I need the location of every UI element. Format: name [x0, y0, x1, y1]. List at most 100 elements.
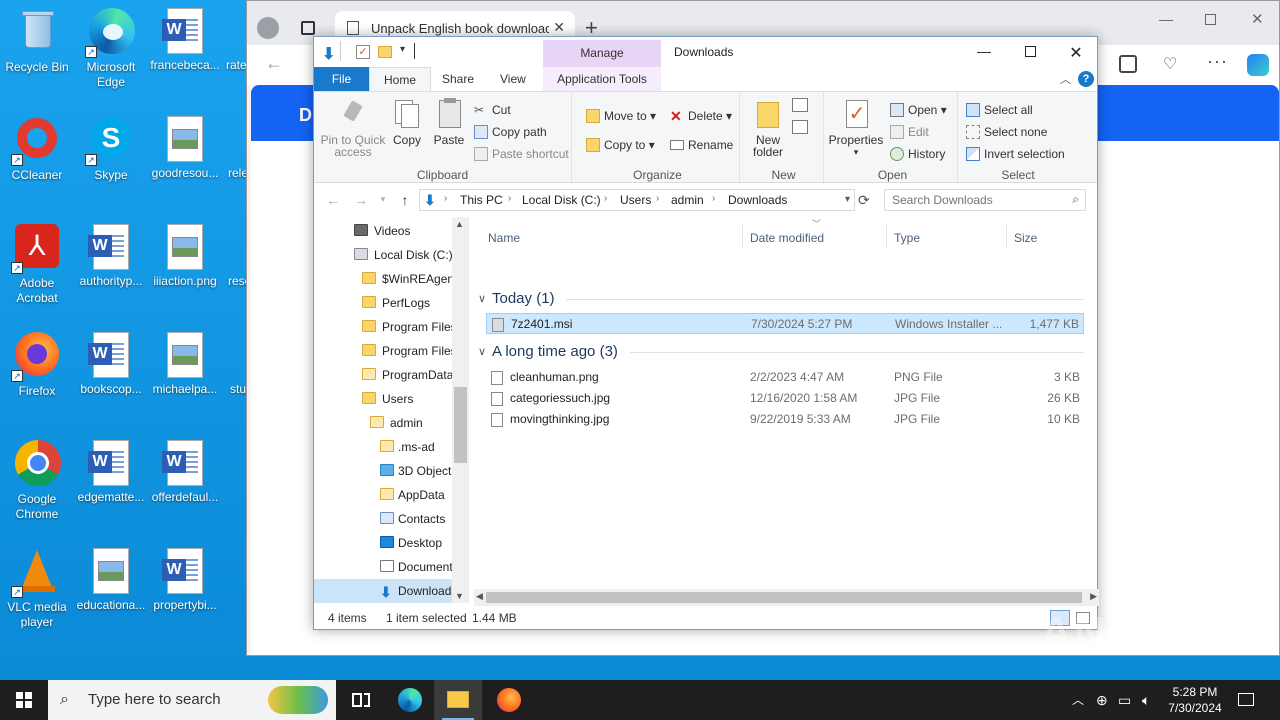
desktop-icon-label-partial[interactable]: rate: [226, 58, 247, 72]
nav-item-admin[interactable]: admin: [370, 411, 454, 435]
select-all-button[interactable]: Select all: [964, 100, 1033, 120]
move-to-button[interactable]: Move to ▾: [584, 106, 656, 126]
more-icon[interactable]: ···: [1207, 51, 1228, 72]
desktop-icon-bookscop[interactable]: W bookscop...: [74, 332, 148, 397]
select-none-button[interactable]: Select none: [964, 122, 1047, 142]
nav-item-perflogs[interactable]: PerfLogs: [362, 291, 454, 315]
desktop-icon-michaelpa[interactable]: michaelpa...: [148, 332, 222, 397]
task-view-button[interactable]: [338, 680, 386, 720]
collections-icon[interactable]: [1119, 55, 1137, 73]
help-icon[interactable]: ?: [1078, 71, 1094, 87]
maximize-icon[interactable]: [1205, 14, 1216, 25]
nav-scrollbar[interactable]: ▲ ▼: [452, 217, 469, 603]
properties-check-icon[interactable]: ✓: [356, 45, 370, 59]
forward-icon[interactable]: →: [352, 192, 370, 210]
desktop-icon-edgematte[interactable]: W edgematte...: [74, 440, 148, 505]
breadcrumb-this-pc[interactable]: This PC: [460, 193, 503, 207]
tab-application-tools[interactable]: Application Tools: [543, 67, 661, 91]
rename-button[interactable]: Rename: [668, 135, 733, 155]
notifications-icon[interactable]: [1238, 680, 1254, 720]
horizontal-scrollbar[interactable]: ◀ ▶: [474, 589, 1099, 606]
desktop-icon-francebeca[interactable]: W francebeca...: [148, 8, 222, 73]
taskbar-clock[interactable]: 5:28 PM 7/30/2024: [1160, 684, 1230, 716]
network-icon[interactable]: ▭: [1118, 680, 1131, 720]
new-item-icon[interactable]: [792, 98, 808, 112]
volume-icon[interactable]: 🔈︎: [1142, 680, 1150, 720]
file-row[interactable]: categoriessuch.jpg 12/16/2020 1:58 AM JP…: [486, 388, 1084, 409]
scroll-up-icon[interactable]: ▲: [455, 219, 464, 229]
history-button[interactable]: History: [888, 144, 945, 164]
quick-access-down-icon[interactable]: ⬇: [322, 44, 335, 64]
desktop-icon-label-partial[interactable]: stu: [230, 382, 246, 396]
address-bar[interactable]: ⬇ › This PC › Local Disk (C:) › Users › …: [419, 189, 855, 211]
nav-item-winreagent[interactable]: $WinREAgent: [362, 267, 457, 291]
breadcrumb-admin[interactable]: admin: [671, 193, 704, 207]
desktop-icon-educationa[interactable]: educationa...: [74, 548, 148, 613]
scroll-down-icon[interactable]: ▼: [455, 591, 464, 601]
easy-access-icon[interactable]: [792, 120, 808, 134]
profile-avatar-icon[interactable]: [257, 17, 279, 39]
network-status-icon[interactable]: ⊕: [1096, 680, 1108, 720]
desktop-icon-recycle-bin[interactable]: Recycle Bin: [0, 8, 74, 75]
nav-item-appdata[interactable]: AppData: [380, 483, 454, 507]
file-row[interactable]: cleanhuman.png 2/2/2023 4:47 AM PNG File…: [486, 367, 1084, 388]
customize-toolbar-icon[interactable]: ▾: [400, 44, 405, 55]
paste-button[interactable]: Paste: [430, 98, 468, 146]
nav-item-documents[interactable]: Documents: [380, 555, 459, 579]
desktop-icon-goodresou[interactable]: goodresou...: [148, 116, 222, 181]
chevron-down-icon[interactable]: ▾: [845, 194, 850, 205]
desktop-icon-propertybi[interactable]: W propertybi...: [148, 548, 222, 613]
manage-context-tab[interactable]: Manage: [543, 40, 661, 67]
collapse-ribbon-icon[interactable]: ︿: [1060, 71, 1071, 87]
desktop-icon-authorityp[interactable]: W authorityp...: [74, 224, 148, 289]
desktop-icon-vlc[interactable]: ↗ VLC media player: [0, 548, 74, 630]
minimize-icon[interactable]: —: [1159, 11, 1173, 27]
desktop-icon-google-chrome[interactable]: Google Chrome: [0, 440, 74, 522]
group-header-today[interactable]: ∨ Today (1): [474, 289, 1084, 309]
nav-item-desktop[interactable]: Desktop: [380, 531, 454, 555]
invert-selection-button[interactable]: Invert selection: [964, 144, 1065, 164]
nav-item-local-disk[interactable]: Local Disk (C:): [354, 243, 454, 267]
taskbar-firefox-icon[interactable]: [484, 680, 532, 720]
new-folder-button[interactable]: New folder: [748, 98, 786, 158]
tab-actions-icon[interactable]: [301, 21, 315, 35]
column-header-size[interactable]: Size: [1014, 231, 1037, 245]
desktop-icon-microsoft-edge[interactable]: ↗ Microsoft Edge: [74, 8, 148, 90]
group-header-long-ago[interactable]: ∨ A long time ago (3): [474, 342, 1084, 362]
nav-item-program-files-x86[interactable]: Program Files: [362, 339, 457, 363]
back-icon[interactable]: ←: [324, 192, 342, 210]
taskbar-file-explorer-icon[interactable]: [434, 680, 482, 720]
breadcrumb-users[interactable]: Users: [620, 193, 651, 207]
performance-icon[interactable]: ♡: [1163, 54, 1177, 74]
search-box[interactable]: ⌕: [884, 189, 1086, 211]
tray-overflow-icon[interactable]: ︿: [1072, 680, 1084, 720]
scrollbar-thumb[interactable]: [486, 592, 1082, 603]
column-header-name[interactable]: Name: [488, 231, 520, 245]
copilot-icon[interactable]: [1247, 54, 1269, 76]
maximize-icon[interactable]: [1020, 43, 1040, 61]
cut-button[interactable]: ✂ Cut: [472, 100, 511, 120]
nav-item-contacts[interactable]: Contacts: [380, 507, 454, 531]
column-header-type[interactable]: Type: [894, 231, 920, 245]
breadcrumb-local-disk[interactable]: Local Disk (C:): [522, 193, 601, 207]
delete-button[interactable]: ✕ Delete ▾: [668, 106, 732, 126]
nav-item-videos[interactable]: Videos: [354, 219, 454, 243]
copy-path-button[interactable]: Copy path: [472, 122, 547, 142]
scroll-left-icon[interactable]: ◀: [476, 591, 483, 602]
edit-button[interactable]: Edit: [888, 122, 929, 142]
properties-button[interactable]: ✓ Properties ▾: [828, 98, 884, 158]
close-window-icon[interactable]: ✕: [1251, 10, 1264, 28]
tab-file[interactable]: File: [314, 67, 369, 91]
close-tab-icon[interactable]: ✕: [549, 19, 565, 36]
copy-to-button[interactable]: Copy to ▾: [584, 135, 655, 155]
tab-home[interactable]: Home: [369, 67, 432, 91]
new-folder-quick-icon[interactable]: [378, 46, 392, 58]
copy-button[interactable]: Copy: [390, 98, 424, 146]
file-row[interactable]: 7z2401.msi 7/30/2024 5:27 PM Windows Ins…: [486, 313, 1084, 334]
desktop-icon-offerdefaul[interactable]: W offerdefaul...: [148, 440, 222, 505]
paste-shortcut-button[interactable]: Paste shortcut: [472, 144, 569, 164]
taskbar-edge-icon[interactable]: [386, 680, 434, 720]
desktop-icon-adobe-acrobat[interactable]: ⅄ ↗ Adobe Acrobat: [0, 224, 74, 306]
pin-quick-access-button[interactable]: Pin to Quick access: [318, 98, 388, 158]
nav-item-programdata[interactable]: ProgramData: [362, 363, 454, 387]
